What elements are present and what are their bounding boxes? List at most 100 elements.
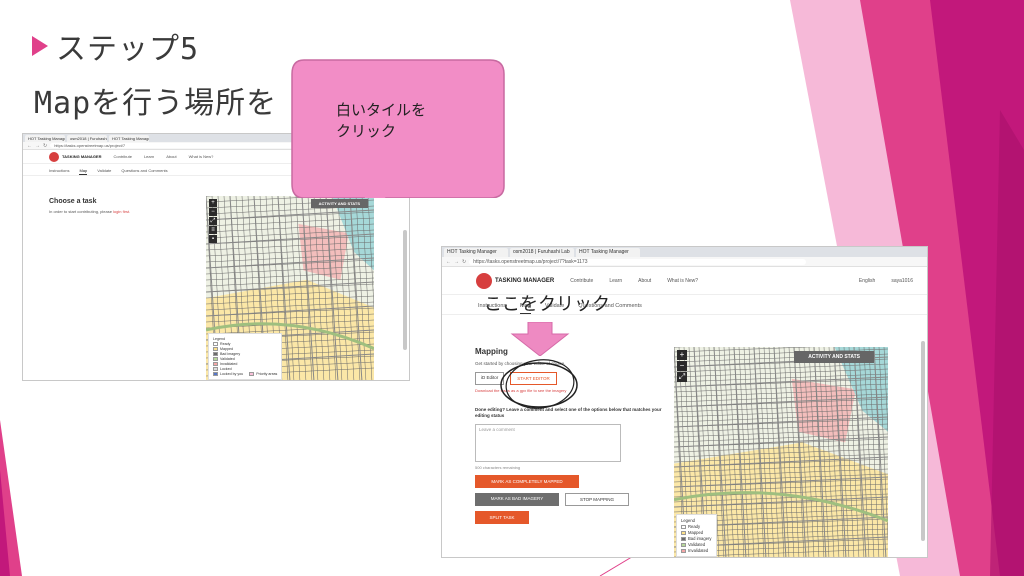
browser-tab[interactable]: osm2018 | Furuhashi Lab bbox=[510, 248, 574, 257]
mark-bad-imagery-button[interactable]: MARK AS BAD IMAGERY bbox=[475, 492, 559, 506]
zoom-in-icon[interactable]: + bbox=[209, 199, 217, 207]
legend-label: Invalidated bbox=[688, 548, 709, 553]
swatch-icon bbox=[213, 362, 218, 366]
panel-text: In order to start contributing, please l… bbox=[49, 209, 199, 214]
callout-text: 白いタイルを クリック bbox=[336, 100, 426, 142]
legend-item: Ready bbox=[213, 342, 277, 346]
login-link[interactable]: login first. bbox=[113, 209, 130, 214]
logo-text: TASKING MANAGER bbox=[495, 277, 555, 284]
reload-icon[interactable]: ↻ bbox=[462, 259, 466, 265]
legend-title: Legend bbox=[213, 337, 225, 341]
click-here-label: ここをクリック bbox=[484, 294, 610, 315]
legend-item: Ready bbox=[681, 524, 712, 529]
zoom-controls: + − ⤢ bbox=[677, 350, 687, 382]
panel-title: Choose a task bbox=[49, 198, 97, 205]
login-prompt: In order to start contributing, please bbox=[49, 209, 114, 214]
legend-item: Validated bbox=[213, 357, 277, 361]
legend-label: Mapped bbox=[220, 347, 233, 351]
layers-icon[interactable]: ≡ bbox=[209, 226, 217, 234]
scrollbar[interactable] bbox=[403, 230, 407, 350]
tab-validate[interactable]: Validate bbox=[97, 168, 111, 175]
task-map[interactable]: + − ⤢ ACTIVITY AND STATS Legend Ready Ma… bbox=[674, 347, 888, 557]
legend-item: Bad imagery bbox=[681, 536, 712, 541]
task-panel: Choose a task In order to start contribu… bbox=[49, 198, 199, 214]
site-logo[interactable]: TASKING MANAGER bbox=[49, 151, 101, 162]
panel-title: Mapping bbox=[475, 347, 508, 356]
forward-icon[interactable]: → bbox=[35, 143, 40, 149]
map-legend: Legend Ready Mapped Bad imagery Validate… bbox=[676, 514, 717, 557]
legend-item: Invalidated bbox=[681, 548, 712, 553]
stop-mapping-button[interactable]: STOP MAPPING bbox=[565, 492, 629, 506]
split-row: SPLIT TASK bbox=[475, 510, 670, 524]
language-select[interactable]: English bbox=[859, 278, 875, 284]
callout-line: クリック bbox=[336, 122, 397, 140]
swatch-icon bbox=[213, 357, 218, 361]
nav-learn[interactable]: Learn bbox=[144, 154, 154, 159]
slide-title: ステップ5 bbox=[32, 24, 199, 68]
expand-icon[interactable]: ⤢ bbox=[209, 217, 217, 225]
slide-subtitle: Mapを行う場所を bbox=[34, 86, 278, 121]
address-bar: ← → ↻ https://tasks.openstreetmap.us/pro… bbox=[442, 257, 927, 267]
swatch-icon bbox=[213, 367, 218, 371]
expand-icon[interactable]: ⤢ bbox=[677, 372, 687, 382]
legend-item: Locked by you Priority areas bbox=[213, 372, 277, 376]
down-arrow-icon bbox=[510, 322, 570, 356]
nav-contribute[interactable]: Contribute bbox=[570, 278, 593, 284]
bad-imagery-row: MARK AS BAD IMAGERY STOP MAPPING bbox=[475, 492, 670, 506]
split-task-button[interactable]: SPLIT TASK bbox=[475, 510, 529, 524]
legend-label: Validated bbox=[688, 542, 706, 547]
callout-line: 白いタイルを bbox=[336, 101, 427, 119]
zoom-out-icon[interactable]: − bbox=[209, 208, 217, 216]
tab-map[interactable]: Map bbox=[79, 168, 88, 175]
zoom-in-icon[interactable]: + bbox=[677, 350, 687, 360]
swatch-icon bbox=[681, 548, 686, 553]
forward-icon[interactable]: → bbox=[454, 259, 459, 265]
legend-label: Priority areas bbox=[256, 372, 278, 376]
browser-tab[interactable]: HOT Tasking Manager bbox=[444, 248, 508, 257]
comment-field[interactable]: Leave a comment bbox=[475, 423, 621, 462]
nav-whats-new[interactable]: What is New? bbox=[189, 154, 214, 159]
task-map[interactable]: + − ⤢ ≡ ▪ ACTIVITY AND STATS Legend Read… bbox=[206, 196, 374, 380]
hot-logo-icon bbox=[476, 272, 492, 289]
user-menu[interactable]: saya1016 bbox=[891, 278, 913, 284]
legend-item: Validated bbox=[681, 542, 712, 547]
legend-label: Invalidated bbox=[220, 362, 238, 366]
tab-questions[interactable]: Questions and Comments bbox=[121, 168, 167, 175]
activity-stats-button[interactable]: ACTIVITY AND STATS bbox=[794, 351, 874, 363]
tab-instructions[interactable]: Instructions bbox=[49, 168, 69, 175]
swatch-icon bbox=[681, 542, 686, 547]
browser-tab[interactable]: HOT Tasking Manager bbox=[25, 135, 65, 142]
nav-learn[interactable]: Learn bbox=[609, 278, 622, 284]
back-icon[interactable]: ← bbox=[27, 143, 32, 149]
browser-tab[interactable]: HOT Tasking Manager bbox=[109, 135, 149, 142]
legend-item: Invalidated bbox=[213, 362, 277, 366]
mark-mapped-button[interactable]: MARK AS COMPLETELY MAPPED bbox=[475, 474, 579, 488]
nav-about[interactable]: About bbox=[166, 154, 176, 159]
activity-stats-button[interactable]: ACTIVITY AND STATS bbox=[310, 199, 368, 208]
nav-whats-new[interactable]: What is New? bbox=[667, 278, 698, 284]
url-field[interactable]: https://tasks.openstreetmap.us/project/7… bbox=[469, 258, 806, 265]
legend-label: Validated bbox=[220, 357, 235, 361]
nav-about[interactable]: About bbox=[638, 278, 651, 284]
nav-contribute[interactable]: Contribute bbox=[113, 154, 131, 159]
swatch-icon bbox=[213, 352, 218, 356]
chars-remaining: 500 characters remaining bbox=[475, 464, 521, 470]
header-right: English saya1016 bbox=[859, 278, 913, 284]
browser-tab[interactable]: HOT Tasking Manager bbox=[576, 248, 640, 257]
swatch-icon bbox=[249, 372, 255, 376]
scrollbar[interactable] bbox=[921, 341, 925, 541]
reload-icon[interactable]: ↻ bbox=[43, 143, 47, 149]
zoom-out-icon[interactable]: − bbox=[677, 361, 687, 371]
legend-item: Mapped bbox=[681, 530, 712, 535]
lock-icon[interactable]: ▪ bbox=[209, 235, 217, 243]
legend-label: Mapped bbox=[688, 530, 704, 535]
legend-title: Legend bbox=[681, 518, 695, 523]
back-icon[interactable]: ← bbox=[446, 259, 451, 265]
swatch-icon bbox=[213, 347, 218, 351]
step-title: ステップ5 bbox=[56, 32, 200, 67]
url-field[interactable]: https://tasks.openstreetmap.us/project/7 bbox=[50, 143, 318, 148]
browser-tab[interactable]: osm2018 | Furuhashi Lab bbox=[67, 135, 107, 142]
mapped-row: MARK AS COMPLETELY MAPPED bbox=[475, 474, 670, 488]
site-logo[interactable]: TASKING MANAGER bbox=[476, 272, 555, 289]
zoom-controls: + − ⤢ ≡ ▪ bbox=[209, 199, 217, 243]
